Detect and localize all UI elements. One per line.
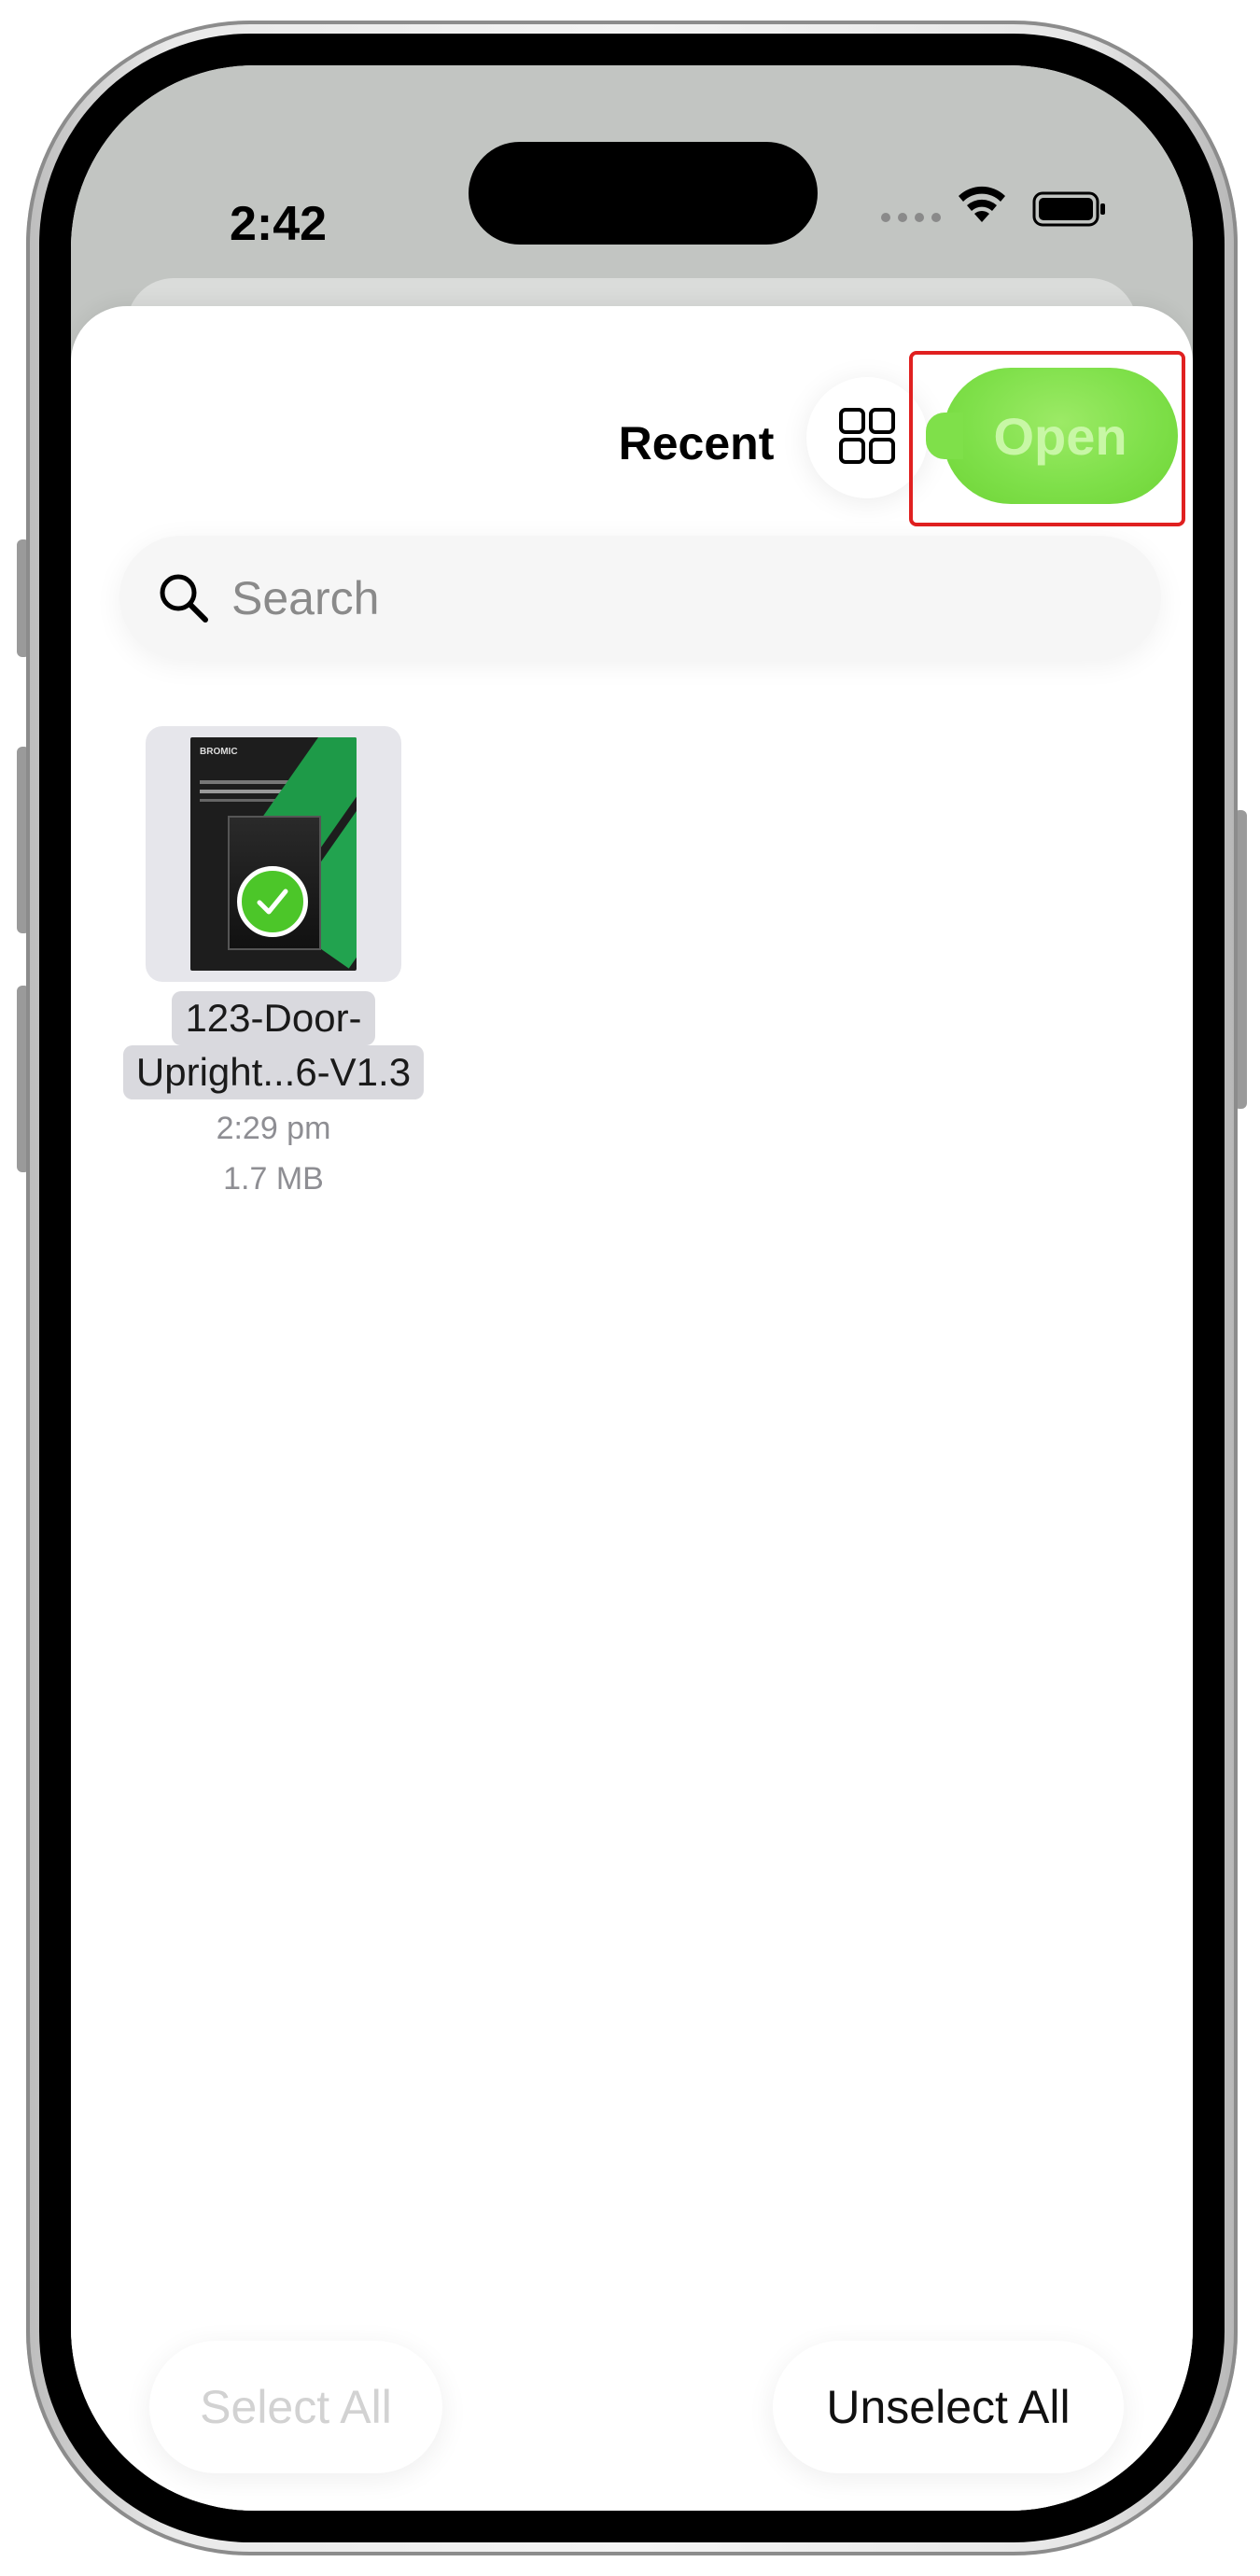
file-time: 2:29 pm <box>216 1111 331 1146</box>
wifi-icon <box>956 183 1008 229</box>
unselect-all-button[interactable]: Unselect All <box>773 2341 1124 2473</box>
thumbnail-brand: BROMIC <box>200 747 238 757</box>
screen: 2:42 Recent Open Search BROMIC 123-Door-… <box>71 65 1193 2511</box>
phone-bezel: 2:42 Recent Open Search BROMIC 123-Door-… <box>39 34 1225 2542</box>
cellular-signal-icon <box>881 213 941 222</box>
file-thumbnail-tile[interactable]: BROMIC <box>146 726 401 982</box>
search-placeholder: Search <box>231 572 380 624</box>
sheet-title: Recent <box>618 417 775 469</box>
select-all-button[interactable]: Select All <box>149 2341 442 2473</box>
highlight-box <box>909 351 1185 526</box>
file-size: 1.7 MB <box>223 1161 324 1197</box>
search-icon <box>155 569 211 630</box>
battery-icon <box>1032 190 1107 232</box>
dynamic-island <box>469 142 818 245</box>
file-name[interactable]: 123-Door- Upright...6-V1.3 <box>114 991 433 1099</box>
file-picker-sheet: Recent Open Search BROMIC 123-Door- Upri… <box>71 306 1193 2511</box>
file-name-line-1: 123-Door- <box>172 991 375 1045</box>
phone-frame: 2:42 Recent Open Search BROMIC 123-Door-… <box>26 21 1238 2555</box>
selected-checkmark-icon <box>237 866 308 937</box>
file-name-line-2: Upright...6-V1.3 <box>122 1045 425 1099</box>
search-field[interactable]: Search <box>119 536 1161 659</box>
grid-icon <box>837 406 897 470</box>
status-time: 2:42 <box>230 197 328 251</box>
